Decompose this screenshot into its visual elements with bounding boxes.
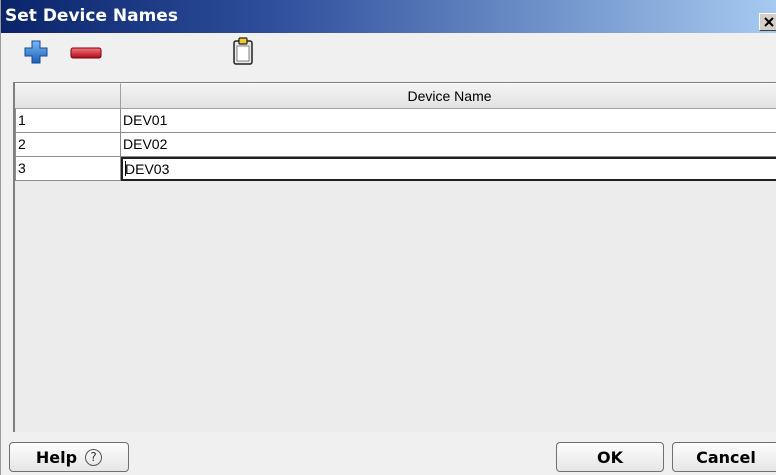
minus-icon [70, 47, 102, 59]
title-bar: Set Device Names [1, 0, 776, 33]
table-row[interactable]: 1 DEV01 [15, 109, 776, 133]
close-icon [764, 17, 774, 27]
device-names-table: Device Name 1 DEV01 2 DEV02 3 DEV03 [13, 82, 776, 432]
remove-row-button[interactable] [69, 45, 103, 61]
column-header-index[interactable] [15, 83, 121, 109]
table-row[interactable]: 2 DEV02 [15, 133, 776, 157]
ok-button-label: OK [597, 447, 623, 467]
device-name-cell[interactable]: DEV01 [121, 109, 776, 133]
device-name-edit-value: DEV03 [125, 161, 170, 177]
clipboard-icon [233, 37, 253, 65]
device-name-cell[interactable]: DEV02 [121, 133, 776, 157]
cancel-button[interactable]: Cancel [672, 442, 776, 472]
question-icon: ? [85, 448, 103, 466]
paste-button[interactable] [231, 36, 255, 66]
dialog-title: Set Device Names [5, 6, 178, 26]
close-button[interactable] [759, 13, 776, 31]
set-device-names-dialog: Set Device Names Device Name 1 DEV01 2 D… [0, 0, 776, 475]
row-index-cell[interactable]: 2 [15, 133, 121, 157]
button-bar: Help ? OK Cancel [1, 434, 776, 475]
help-button-label: Help [35, 447, 78, 467]
column-header-device-name[interactable]: Device Name [121, 83, 776, 109]
cancel-button-label: Cancel [696, 447, 756, 467]
row-index-cell[interactable]: 3 [15, 157, 121, 181]
ok-button[interactable]: OK [556, 442, 664, 472]
toolbar [1, 33, 776, 79]
plus-icon [24, 40, 48, 64]
device-name-edit-field[interactable]: DEV03 [121, 157, 776, 181]
add-row-button[interactable] [23, 39, 49, 65]
row-index-cell[interactable]: 1 [15, 109, 121, 133]
table-row[interactable]: 3 DEV03 [15, 157, 776, 181]
help-button[interactable]: Help ? [9, 442, 129, 472]
